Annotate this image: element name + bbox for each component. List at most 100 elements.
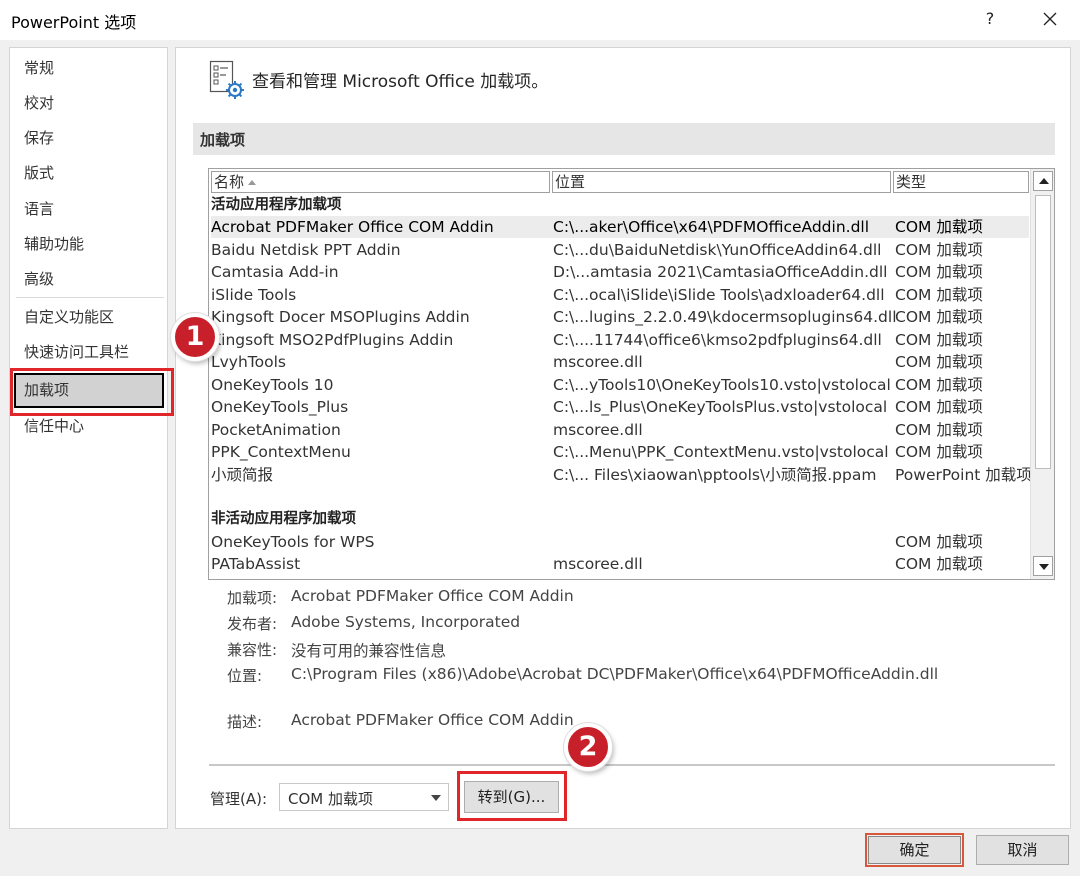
detail-location-label: 位置: (227, 667, 263, 685)
table-row[interactable]: iSlide Tools C:\...ocal\iSlide\iSlide To… (211, 284, 1029, 306)
cell-type: COM 加载项 (895, 443, 983, 461)
section-title: 加载项 (200, 131, 246, 149)
cell-name: Kingsoft MSO2PdfPlugins Addin (211, 330, 454, 349)
step-badge-2: 2 (564, 723, 612, 771)
table-row[interactable]: Kingsoft Docer MSOPlugins Addin C:\...lu… (211, 306, 1029, 328)
detail-desc-label: 描述: (227, 713, 263, 731)
cell-name: PATabAssist (211, 555, 301, 573)
table-row[interactable]: OneKeyTools_Plus C:\...ls_Plus\OneKeyToo… (211, 396, 1029, 418)
manage-selected-value: COM 加载项 (288, 790, 373, 808)
cell-location: D:\...amtasia 2021\CamtasiaOfficeAddin.d… (553, 263, 888, 281)
divider (209, 764, 1055, 766)
help-button[interactable]: ? (979, 6, 1001, 32)
table-row[interactable]: OneKeyTools for WPS COM 加载项 (211, 531, 1029, 553)
window-title: PowerPoint 选项 (11, 13, 137, 32)
nav-item-customize-ribbon[interactable]: 自定义功能区 (24, 305, 114, 329)
table-row[interactable]: Acrobat PDFMaker Office COM Addin C:\...… (211, 216, 1029, 238)
chevron-down-icon (431, 795, 441, 801)
cell-name: PocketAnimation (211, 420, 341, 439)
addins-list[interactable]: 名称 位置 类型 活动应用程序加载项 Acrobat PDFMaker Offi… (208, 168, 1055, 580)
title-bar: PowerPoint 选项 ? (0, 0, 1080, 40)
table-row[interactable]: LvyhTools mscoree.dll COM 加载项 (211, 351, 1029, 373)
cell-type: COM 加载项 (895, 330, 983, 349)
cell-location: C:\...aker\Office\x64\PDFMOfficeAddin.dl… (553, 218, 870, 236)
cell-location: C:\....11744\office6\kmso2pdfplugins64.d… (553, 330, 882, 349)
cell-name: iSlide Tools (211, 285, 297, 304)
column-location-label: 位置 (555, 173, 586, 191)
close-icon[interactable] (1036, 5, 1064, 33)
table-row[interactable]: Camtasia Add-in D:\...amtasia 2021\Camta… (211, 261, 1029, 283)
detail-desc-value: Acrobat PDFMaker Office COM Addin (291, 711, 574, 729)
cell-type: COM 加载项 (895, 555, 983, 573)
cell-type: PowerPoint 加载项 (895, 465, 1032, 484)
column-type-label: 类型 (896, 173, 927, 191)
column-header-type[interactable]: 类型 (893, 171, 1029, 193)
cell-location: C:\...ocal\iSlide\iSlide Tools\adxloader… (553, 285, 885, 304)
addins-panel: 查看和管理 Microsoft Office 加载项。 加载项 名称 位置 类型… (175, 47, 1071, 829)
cell-name: Kingsoft Docer MSOPlugins Addin (211, 308, 470, 326)
manage-label: 管理(A): (210, 790, 268, 808)
manage-dropdown[interactable]: COM 加载项 (279, 783, 449, 811)
nav-item-trust-center[interactable]: 信任中心 (24, 414, 84, 438)
nav-item-layout[interactable]: 版式 (24, 161, 54, 185)
scroll-up-button[interactable] (1033, 171, 1053, 191)
nav-item-accessibility[interactable]: 辅助功能 (24, 232, 84, 256)
cell-type: COM 加载项 (895, 375, 983, 394)
table-row[interactable]: PATabAssist mscoree.dll COM 加载项 (211, 553, 1029, 575)
cell-name: 小顽简报 (211, 465, 274, 484)
cell-name: OneKeyTools for WPS (211, 532, 375, 551)
cell-type: COM 加载项 (895, 353, 983, 371)
cell-name: Camtasia Add-in (211, 263, 339, 281)
cell-name: LvyhTools (211, 353, 286, 371)
cell-location: C:\... Files\xiaowan\pptools\小顽简报.ppam (553, 465, 877, 484)
cell-name: PPK_ContextMenu (211, 443, 351, 461)
table-row[interactable]: Kingsoft MSO2PdfPlugins Addin C:\....117… (211, 329, 1029, 351)
cell-type: COM 加载项 (895, 240, 983, 259)
table-row[interactable]: PocketAnimation mscoree.dll COM 加载项 (211, 419, 1029, 441)
cell-location: mscoree.dll (553, 420, 643, 439)
group-inactive-label: 非活动应用程序加载项 (211, 511, 356, 527)
cell-location: mscoree.dll (553, 353, 643, 371)
detail-compat-label: 兼容性: (227, 641, 278, 659)
column-header-location[interactable]: 位置 (552, 171, 891, 193)
table-row[interactable]: OneKeyTools 10 C:\...yTools10\OneKeyTool… (211, 374, 1029, 396)
cell-type: COM 加载项 (895, 532, 983, 551)
addins-settings-icon (209, 60, 245, 100)
detail-publisher-label: 发布者: (227, 615, 278, 633)
column-header-name[interactable]: 名称 (211, 171, 550, 193)
cell-location: C:\...lugins_2.2.0.49\kdocermsoplugins64… (553, 308, 897, 326)
cell-name: Acrobat PDFMaker Office COM Addin (211, 218, 494, 236)
table-row[interactable]: Baidu Netdisk PPT Addin C:\...du\BaiduNe… (211, 239, 1029, 261)
nav-item-proofing[interactable]: 校对 (24, 91, 54, 115)
arrow-down-icon (1039, 564, 1049, 570)
cell-type: COM 加载项 (895, 263, 983, 281)
detail-location-value: C:\Program Files (x86)\Adobe\Acrobat DC\… (291, 665, 939, 683)
table-row[interactable]: PPK_ContextMenu C:\...Menu\PPK_ContextMe… (211, 441, 1029, 463)
cancel-button[interactable]: 取消 (976, 835, 1069, 865)
cell-location: C:\...yTools10\OneKeyTools10.vsto|vstolo… (553, 375, 891, 394)
nav-item-general[interactable]: 常规 (24, 56, 54, 80)
detail-addin-value: Acrobat PDFMaker Office COM Addin (291, 587, 574, 605)
highlight-box-goto (457, 771, 567, 821)
list-scrollbar[interactable] (1030, 169, 1054, 579)
nav-item-advanced[interactable]: 高级 (24, 267, 54, 291)
scrollbar-thumb[interactable] (1035, 195, 1051, 469)
section-header: 加载项 (193, 123, 1055, 155)
cell-name: OneKeyTools 10 (211, 375, 334, 394)
list-header: 名称 位置 类型 (211, 171, 1029, 193)
detail-addin-label: 加载项: (227, 589, 278, 607)
table-row[interactable]: 小顽简报 C:\... Files\xiaowan\pptools\小顽简报.p… (211, 464, 1032, 486)
nav-divider (16, 297, 164, 298)
cell-location: C:\...Menu\PPK_ContextMenu.vsto|vstoloca… (553, 443, 889, 461)
cell-location: mscoree.dll (553, 555, 643, 573)
step-badge-1: 1 (171, 313, 219, 361)
options-nav: 常规 校对 保存 版式 语言 辅助功能 高级 自定义功能区 快速访问工具栏 加载… (9, 47, 174, 829)
nav-item-quick-access[interactable]: 快速访问工具栏 (24, 340, 129, 364)
arrow-up-icon (1039, 178, 1049, 184)
cell-type: COM 加载项 (895, 398, 983, 416)
sort-ascending-icon (248, 180, 257, 185)
cell-type: COM 加载项 (895, 285, 983, 304)
nav-item-save[interactable]: 保存 (24, 126, 54, 150)
nav-item-language[interactable]: 语言 (24, 197, 54, 221)
scroll-down-button[interactable] (1033, 556, 1053, 576)
